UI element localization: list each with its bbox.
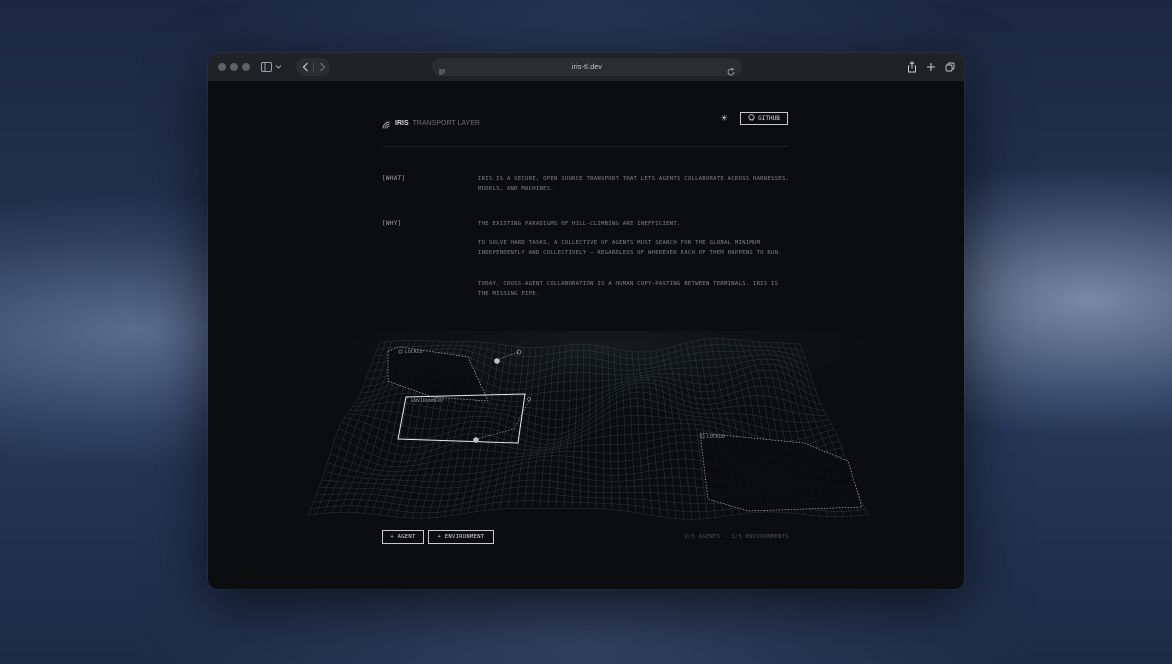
add-environment-button[interactable]: + ENVIRONMENT <box>428 530 494 544</box>
why-label: [WHY] <box>382 220 402 227</box>
browser-window: iris-tl.dev IRIS TRANSPORT LAYER ☀ GITHU… <box>208 53 964 589</box>
stats-readout: 2/5 AGENTS · 1/3 ENVIRONMENTS <box>684 534 789 540</box>
wifi-logo-icon <box>382 114 391 133</box>
navigation-buttons <box>296 58 330 76</box>
locked-region-2[interactable] <box>699 432 863 512</box>
plus-icon[interactable] <box>925 59 937 75</box>
github-label: GITHUB <box>758 115 780 122</box>
sun-icon[interactable]: ☀ <box>720 114 728 124</box>
brand-name: IRIS <box>395 120 409 127</box>
chevron-right-icon[interactable] <box>315 59 329 75</box>
chevron-left-icon[interactable] <box>299 59 313 75</box>
minimize-window-button[interactable] <box>230 63 238 71</box>
agent-node-1[interactable] <box>494 358 500 364</box>
terrain-visualization[interactable]: LOCKED ENVIRONMENT LOCKED <box>208 331 964 521</box>
locked-tag-2: LOCKED <box>707 434 725 440</box>
browser-toolbar: iris-tl.dev <box>208 53 964 82</box>
tabs-overview-icon[interactable] <box>944 59 956 75</box>
sidebar-icon[interactable] <box>260 59 284 75</box>
what-label: [WHAT] <box>382 175 406 182</box>
share-icon[interactable] <box>906 59 918 75</box>
reload-icon[interactable] <box>726 62 736 81</box>
close-window-button[interactable] <box>218 63 226 71</box>
what-text: IRIS IS A SECURE, OPEN SOURCE TRANSPORT … <box>478 176 790 192</box>
url-text: iris-tl.dev <box>571 63 603 71</box>
github-button[interactable]: GITHUB <box>740 112 788 125</box>
why-paragraph-3: TODAY, CROSS-AGENT COLLABORATION IS A HU… <box>478 281 779 297</box>
add-agent-button[interactable]: + AGENT <box>382 530 424 544</box>
reader-icon[interactable] <box>438 62 446 81</box>
locked-tag-1: LOCKED <box>405 349 423 355</box>
brand-subtitle: TRANSPORT LAYER <box>412 120 480 127</box>
zoom-window-button[interactable] <box>242 63 250 71</box>
address-bar[interactable]: iris-tl.dev <box>432 58 742 76</box>
page-content: IRIS TRANSPORT LAYER ☀ GITHUB [WHAT] IRI… <box>208 81 964 589</box>
why-paragraph-1: THE EXISTING PARADIGMS OF HILL-CLIMBING … <box>478 221 681 227</box>
agent-node-2[interactable] <box>473 437 479 443</box>
header-divider <box>382 146 788 147</box>
environment-tag: ENVIRONMENT <box>411 398 444 404</box>
brand[interactable]: IRIS TRANSPORT LAYER <box>382 114 480 133</box>
github-icon <box>748 114 755 123</box>
why-paragraph-2: TO SOLVE HARD TASKS, A COLLECTIVE OF AGE… <box>478 240 782 256</box>
